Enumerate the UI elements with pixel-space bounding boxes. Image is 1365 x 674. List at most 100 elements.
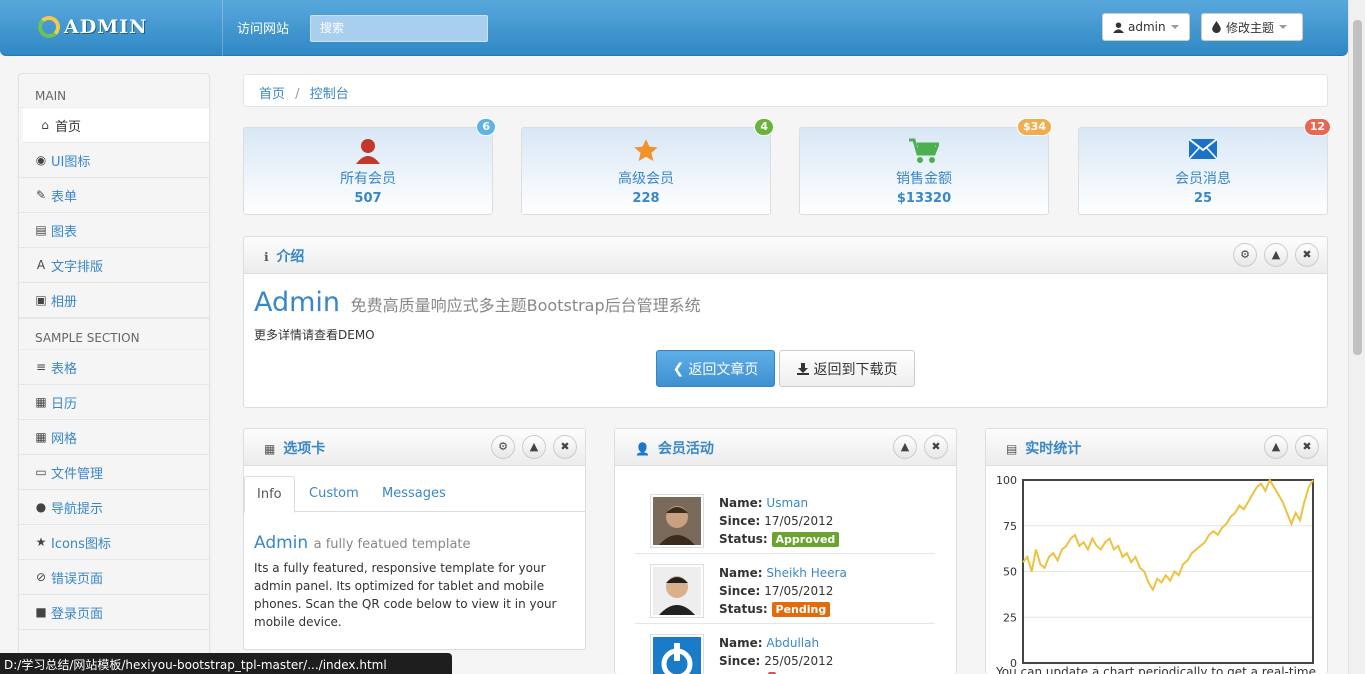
close-button[interactable]: ✖ (924, 435, 948, 459)
theme-dropdown-button[interactable]: 修改主题 (1201, 13, 1303, 41)
back-to-article-button[interactable]: ❮ 返回文章页 (656, 350, 775, 387)
sidebar-item[interactable]: ▭ 文件管理 (19, 455, 209, 490)
chevron-up-icon: ▲ (1271, 248, 1281, 261)
intro-heading: Admin 免费高质量响应式多主题Bootstrap后台管理系统 (254, 287, 701, 318)
browser-status-bar: D:/学习总结/网站模板/hexiyou-bootstrap_tpl-maste… (0, 653, 452, 674)
user-icon (1113, 21, 1124, 33)
back-to-article-label: 返回文章页 (688, 361, 759, 378)
member-since: 25/05/2012 (764, 654, 834, 668)
realtime-stats-box: ▤ 实时统计 ▲ ✖ 100 75 50 25 0 You can update a c… (985, 428, 1328, 674)
user-dropdown-button[interactable]: admin (1102, 13, 1190, 41)
stat-card[interactable]: 会员消息 25 12 (1078, 118, 1331, 215)
stat-value: 228 (632, 191, 660, 206)
collapse-button[interactable]: ▲ (522, 435, 546, 459)
avatar[interactable] (650, 564, 704, 618)
tab-info[interactable]: Info (244, 476, 295, 513)
download-icon (796, 362, 809, 375)
settings-button[interactable]: ⚙ (1233, 243, 1257, 267)
sidebar-item-label: 表单 (51, 189, 78, 205)
star-icon: ★ (35, 535, 47, 549)
close-button[interactable]: ✖ (1295, 435, 1319, 459)
tab-messages[interactable]: Messages (370, 476, 458, 512)
chart-series-line (1022, 477, 1314, 593)
page-scrollbar[interactable] (1348, 0, 1365, 674)
name-label: Name: (719, 636, 763, 650)
sidebar-item-label: 网格 (51, 431, 78, 447)
visit-site-link[interactable]: 访问网站 (237, 18, 289, 37)
sidebar-item[interactable]: ▦ 网格 (19, 420, 209, 455)
realtime-line-chart: 1007550250 (996, 474, 1314, 670)
intro-subheading: 免费高质量响应式多主题Bootstrap后台管理系统 (350, 296, 701, 315)
stat-card[interactable]: 高级会员 228 4 (521, 118, 774, 215)
stat-label: 所有会员 (340, 171, 396, 187)
tabs-box: ▦ 选项卡 ⚙ ▲ ✖ Info Custom Messages Admin a… (243, 428, 586, 650)
close-button[interactable]: ✖ (1295, 243, 1319, 267)
sidebar-item[interactable]: ★ Icons图标 (19, 525, 209, 560)
lock-icon: ■ (35, 605, 47, 619)
member-details: Name: AbdullahSince: 25/05/2012Status: (719, 634, 833, 674)
brand-logo[interactable]: ADMIN (38, 14, 148, 40)
tab-bar: Info Custom Messages (244, 476, 585, 513)
sidebar-item[interactable]: ▦ 日历 (19, 385, 209, 420)
user-name: admin (1128, 20, 1166, 34)
members-box: 👤 会员活动 ▲ ✖ Name: Usman Since: 17/05/2012 S… (614, 428, 957, 674)
name-label: Name: (719, 496, 763, 510)
member-details: Name: Usman Since: 17/05/2012 Status: Appr… (719, 494, 840, 549)
stat-badge: $34 (1017, 118, 1052, 136)
member-name[interactable]: Usman (766, 496, 808, 510)
y-tick-label: 50 (1003, 566, 1017, 579)
breadcrumb-home-link[interactable]: 首页 (259, 87, 285, 102)
tab-custom[interactable]: Custom (297, 476, 371, 512)
eye-icon: ◉ (35, 153, 47, 167)
close-icon: ✖ (1302, 440, 1312, 453)
back-to-download-button[interactable]: 返回到下载页 (779, 350, 915, 387)
chevron-down-icon (1279, 25, 1288, 29)
sidebar-item[interactable]: ⊘ 错误页面 (19, 560, 209, 595)
collapse-button[interactable]: ▲ (1264, 435, 1288, 459)
sidebar-item-label: Icons图标 (51, 536, 111, 552)
collapse-button[interactable]: ▲ (893, 435, 917, 459)
sidebar-item[interactable]: ▤ 图表 (19, 213, 209, 248)
member-details: Name: Sheikh Heera Since: 17/05/2012 Statu… (719, 564, 847, 619)
sidebar-item[interactable]: ◉ UI图标 (19, 143, 209, 178)
stat-badge: 12 (1303, 118, 1331, 136)
members-box-title: 会员活动 (657, 441, 714, 457)
avatar[interactable] (650, 634, 704, 674)
envelope-icon (1079, 138, 1327, 166)
avatar[interactable] (650, 494, 704, 548)
search-input[interactable]: 搜索 (310, 15, 488, 42)
chevron-up-icon: ▲ (529, 440, 539, 453)
member-name[interactable]: Sheikh Heera (766, 566, 846, 580)
sidebar-item-label: 相册 (51, 294, 78, 310)
intro-box-title: 介绍 (276, 249, 305, 265)
star-icon (522, 138, 770, 166)
stat-value: 25 (1193, 191, 1213, 206)
gear-icon: ⚙ (498, 440, 508, 453)
sidebar-item[interactable]: ● 导航提示 (19, 490, 209, 525)
breadcrumb-separator: / (295, 87, 300, 102)
sidebar-item[interactable]: ■ 登录页面 (19, 595, 209, 630)
scrollbar-thumb[interactable] (1353, 20, 1362, 355)
tint-icon (1212, 21, 1221, 33)
stat-card[interactable]: 销售金额 $13320 $34 (799, 118, 1052, 215)
member-name[interactable]: Abdullah (766, 636, 819, 650)
sidebar-item[interactable]: ≡ 表格 (19, 350, 209, 385)
close-button[interactable]: ✖ (553, 435, 577, 459)
member-since: 17/05/2012 (764, 584, 834, 598)
sidebar-item-label: 导航提示 (51, 501, 104, 517)
status-label: Status: (719, 602, 768, 616)
nav-divider (222, 0, 223, 56)
tabs-box-header: ▦ 选项卡 ⚙ ▲ ✖ (244, 429, 585, 466)
intro-box-header: ℹ 介绍 ⚙ ▲ ✖ (244, 237, 1327, 274)
chevron-up-icon: ▲ (1271, 440, 1281, 453)
stat-card[interactable]: 所有会员 507 6 (243, 118, 496, 215)
sidebar-item[interactable]: ▣ 相册 (19, 283, 209, 318)
sidebar-item[interactable]: ⌂ 首页 (23, 108, 209, 143)
breadcrumb-current[interactable]: 控制台 (310, 87, 349, 102)
sidebar-item[interactable]: ✎ 表单 (19, 178, 209, 213)
member-list-item: Name: AbdullahSince: 25/05/2012Status: (635, 624, 935, 674)
collapse-button[interactable]: ▲ (1264, 243, 1288, 267)
user-icon (244, 138, 492, 166)
settings-button[interactable]: ⚙ (491, 435, 515, 459)
sidebar-item[interactable]: A 文字排版 (19, 248, 209, 283)
